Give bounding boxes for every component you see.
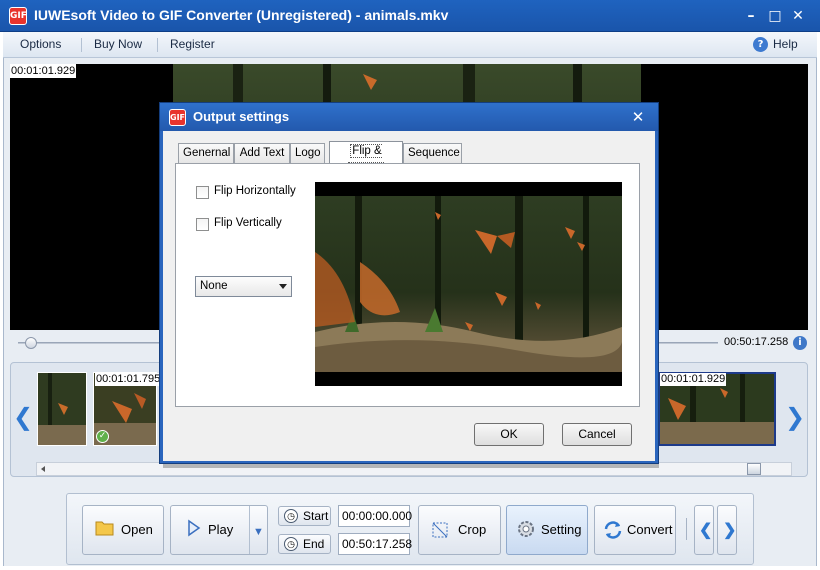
start-time-field[interactable]: 00:00:00.000 — [338, 505, 412, 527]
dialog-body: Genernal Add Text Logo Flip & Rotate Seq… — [163, 131, 655, 461]
filmstrip-thumbnail[interactable] — [37, 372, 87, 446]
next-button[interactable]: ❯ — [717, 505, 737, 555]
app-logo-icon: GIF — [9, 7, 27, 25]
total-time-label: 00:50:17.258 — [724, 336, 789, 348]
tab-flip-rotate[interactable]: Flip & Rotate — [329, 141, 403, 176]
flip-horizontally-checkbox[interactable] — [196, 186, 209, 199]
play-button[interactable]: Play ▼ — [170, 505, 268, 555]
check-badge-icon: ✓ — [96, 430, 109, 443]
close-icon[interactable]: ✕ — [788, 6, 808, 26]
chevron-right-icon: ❯ — [723, 522, 737, 539]
rotate-select-value: None — [200, 280, 228, 292]
menu-help[interactable]: Help — [773, 37, 798, 51]
tab-add-text[interactable]: Add Text — [234, 143, 290, 163]
tab-sequence[interactable]: Sequence — [403, 143, 462, 163]
chevron-left-icon: ❮ — [699, 522, 713, 539]
filmstrip-next-icon[interactable]: ❯ — [784, 404, 806, 430]
chevron-down-icon[interactable]: ▼ — [253, 526, 264, 538]
dialog-logo-icon: GIF — [169, 109, 186, 126]
info-icon[interactable]: i — [793, 336, 807, 350]
thumbnail-time-label: 00:01:01.795 — [95, 373, 162, 386]
convert-button[interactable]: Convert — [594, 505, 676, 555]
open-button[interactable]: Open — [82, 505, 164, 555]
convert-icon — [604, 521, 622, 539]
output-settings-dialog: GIF Output settings ✕ Genernal Add Text … — [159, 102, 659, 464]
dialog-title-bar: GIF Output settings ✕ — [160, 103, 658, 131]
flip-vertically-label[interactable]: Flip Vertically — [214, 217, 282, 229]
title-bar: GIF IUWEsoft Video to GIF Converter (Unr… — [0, 0, 820, 32]
dialog-close-icon[interactable]: ✕ — [629, 108, 647, 126]
start-button[interactable]: ◷ Start — [278, 506, 331, 526]
end-button[interactable]: ◷ End — [278, 534, 331, 554]
flip-vertically-checkbox[interactable] — [196, 218, 209, 231]
seek-handle[interactable] — [25, 337, 37, 349]
end-time-field[interactable]: 00:50:17.258 — [338, 533, 412, 555]
play-icon — [188, 519, 201, 537]
minimize-icon[interactable]: – — [741, 6, 761, 26]
clock-icon: ◷ — [284, 509, 298, 523]
window-title: IUWEsoft Video to GIF Converter (Unregis… — [34, 7, 449, 23]
clock-icon: ◷ — [284, 537, 298, 551]
scrollbar-thumb[interactable] — [747, 463, 761, 475]
filmstrip-prev-icon[interactable]: ❮ — [12, 404, 34, 430]
menu-divider — [81, 38, 82, 52]
cancel-button[interactable]: Cancel — [562, 423, 632, 446]
thumbnail-image — [38, 373, 86, 445]
flip-horizontally-label[interactable]: Flip Horizontally — [214, 185, 296, 197]
split-divider — [249, 506, 250, 554]
dialog-title: Output settings — [193, 109, 290, 124]
crop-button[interactable]: Crop — [418, 505, 501, 555]
menu-buy-now[interactable]: Buy Now — [94, 37, 142, 51]
menu-bar: Options Buy Now Register ? Help — [3, 32, 817, 58]
crop-icon — [432, 522, 448, 538]
preview-image — [315, 196, 622, 372]
setting-button[interactable]: Setting — [506, 505, 588, 555]
scroll-left-icon[interactable] — [41, 466, 45, 472]
maximize-icon[interactable]: □ — [765, 6, 785, 26]
prev-button[interactable]: ❮ — [694, 505, 714, 555]
tab-logo[interactable]: Logo — [290, 143, 325, 163]
menu-divider — [157, 38, 158, 52]
flip-rotate-panel: Flip Horizontally Flip Vertically Rotate… — [175, 163, 640, 407]
chevron-down-icon — [279, 284, 287, 289]
thumbnail-time-label: 00:01:01.929 — [660, 373, 727, 386]
ok-button[interactable]: OK — [474, 423, 544, 446]
menu-options[interactable]: Options — [20, 37, 61, 51]
toolbar-divider — [686, 518, 687, 540]
preview-pane — [315, 182, 622, 386]
help-icon[interactable]: ? — [753, 37, 768, 52]
rotate-select[interactable]: None — [195, 276, 292, 297]
menu-register[interactable]: Register — [170, 37, 215, 51]
current-time-label: 00:01:01.929 — [10, 64, 77, 78]
folder-icon — [95, 521, 114, 536]
gear-icon — [518, 521, 534, 537]
tab-general[interactable]: Genernal — [178, 143, 234, 163]
